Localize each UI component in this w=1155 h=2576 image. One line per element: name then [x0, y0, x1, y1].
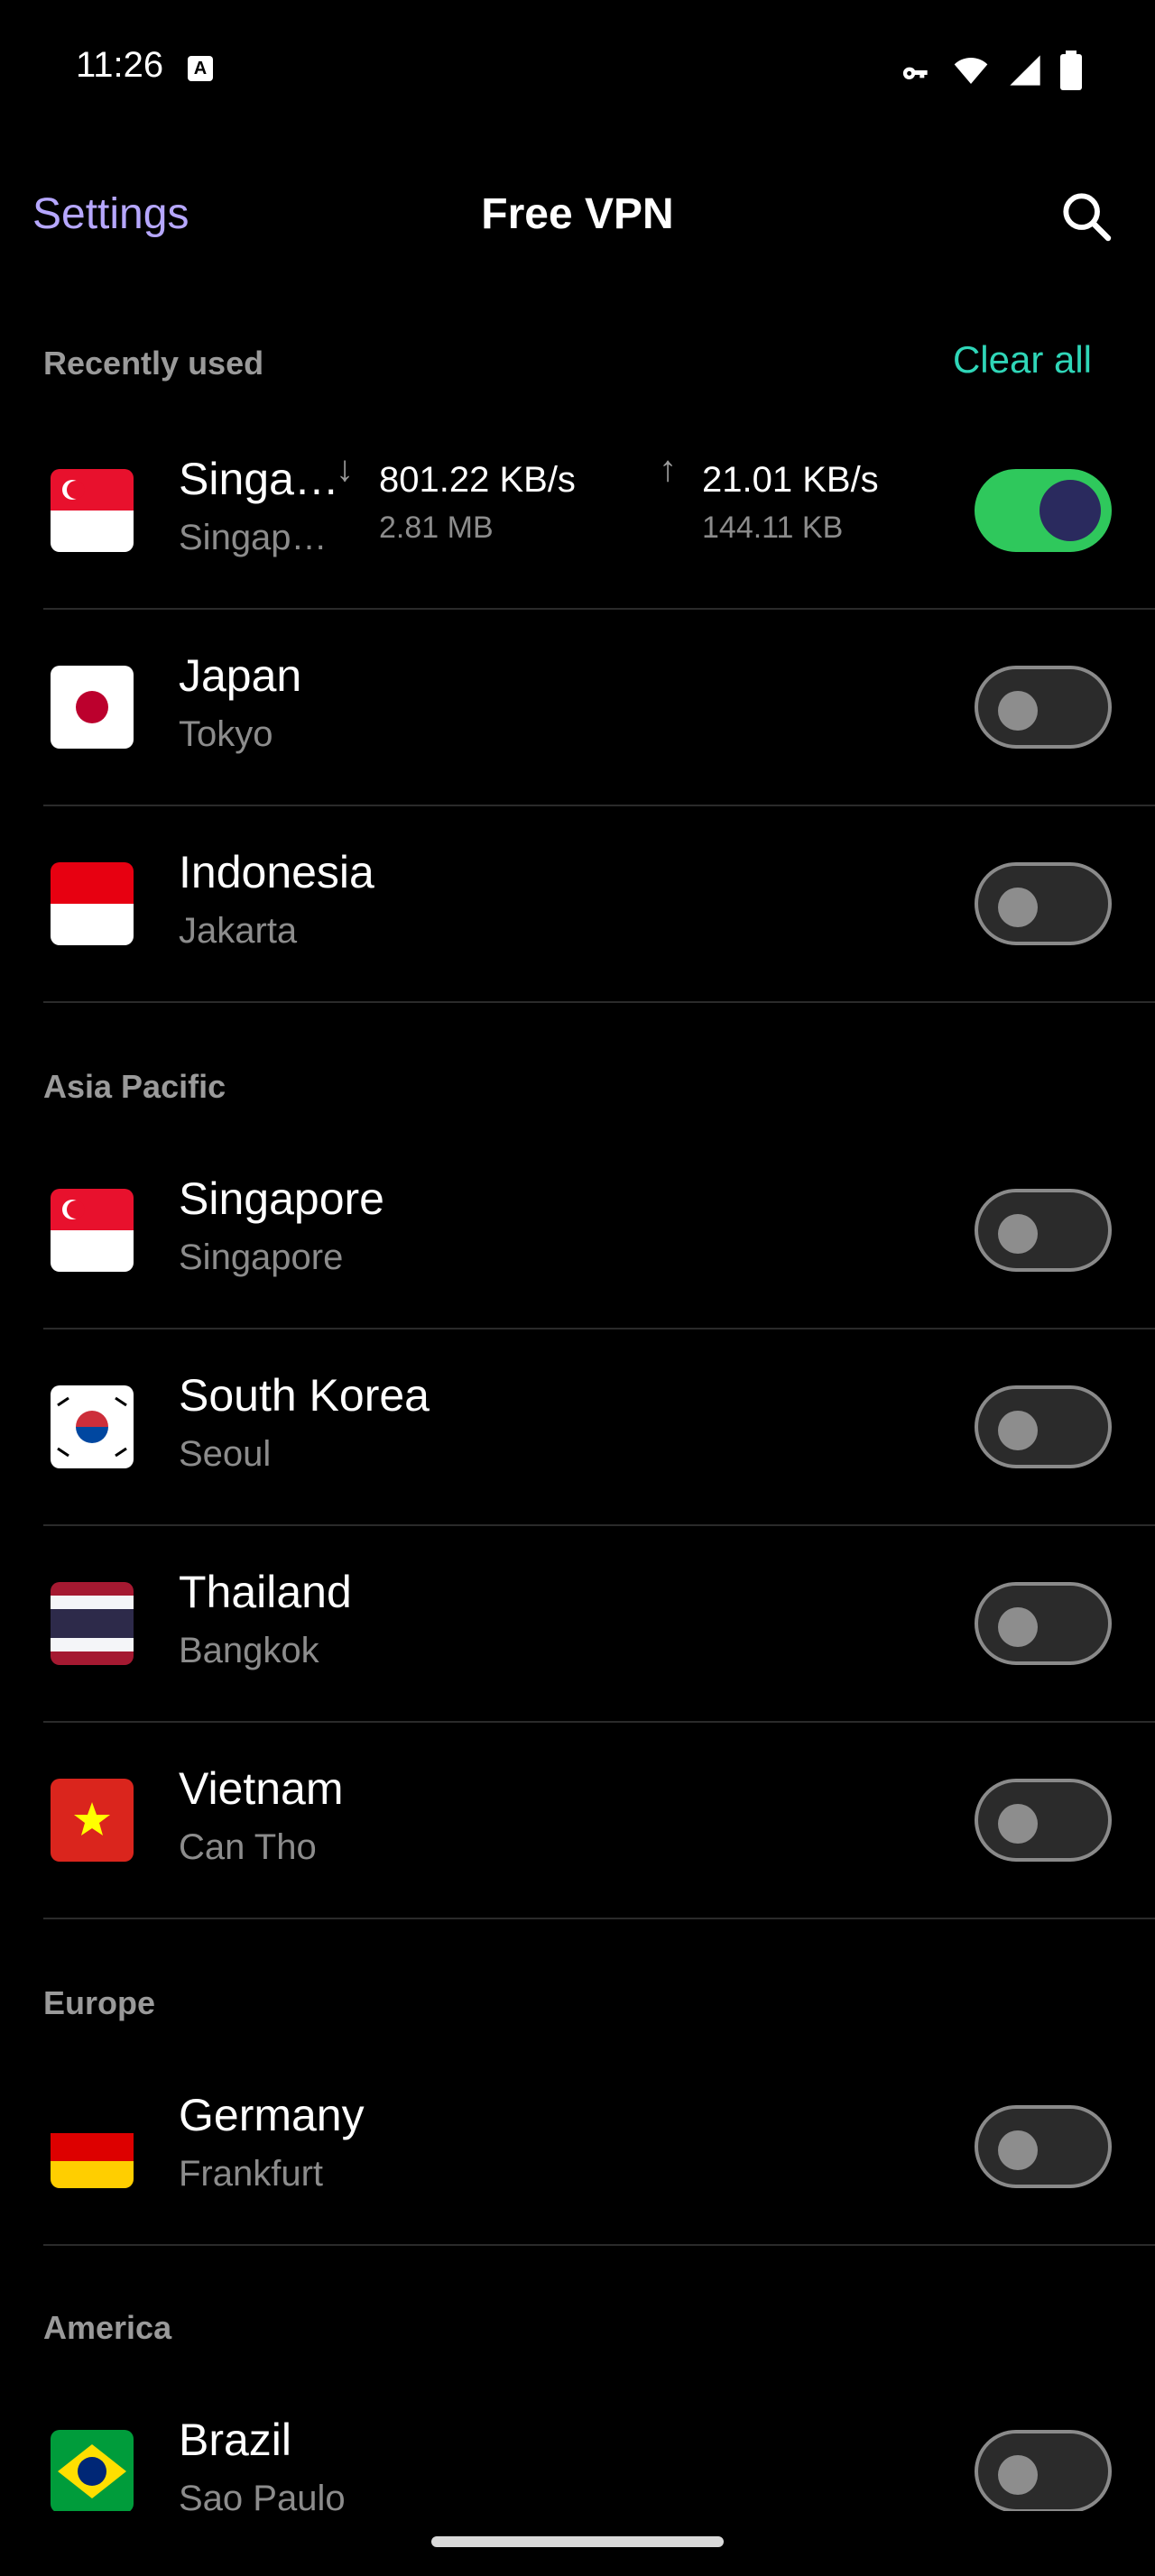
connect-toggle[interactable] [975, 1779, 1112, 1862]
flag-vietnam-icon [51, 1779, 134, 1862]
connect-toggle[interactable] [975, 1582, 1112, 1665]
upload-total: 144.11 KB [702, 511, 844, 545]
server-city: Singap… [179, 518, 328, 557]
flag-thailand-icon [51, 1582, 134, 1665]
divider [43, 2244, 1155, 2246]
home-indicator[interactable] [431, 2536, 724, 2547]
battery-icon [1060, 51, 1082, 90]
status-bar: 11:26 A [0, 0, 1155, 135]
server-row-brazil[interactable]: Brazil Sao Paulo [0, 2374, 1155, 2511]
server-city: Seoul [179, 1434, 272, 1474]
flag-singapore-icon [51, 1189, 134, 1272]
server-country: Thailand [179, 1567, 352, 1617]
flag-singapore-icon [51, 469, 134, 552]
download-rate: 801.22 KB/s [379, 460, 576, 500]
vpn-key-icon [902, 67, 928, 79]
flag-indonesia-icon [51, 862, 134, 945]
divider [43, 1918, 1155, 1919]
server-country: Indonesia [179, 847, 374, 897]
server-row-singapore[interactable]: Singapore Singapore [0, 1133, 1155, 1329]
server-city: Frankfurt [179, 2154, 324, 2194]
server-row-germany[interactable]: Germany Frankfurt [0, 2049, 1155, 2246]
connect-toggle[interactable] [975, 2430, 1112, 2511]
download-total: 2.81 MB [379, 511, 494, 545]
section-header-asia-pacific: Asia Pacific [43, 1068, 226, 1105]
server-country: Singa… [179, 454, 339, 504]
connect-toggle[interactable] [975, 469, 1112, 552]
connect-toggle[interactable] [975, 1189, 1112, 1272]
server-row-singapore-recent[interactable]: Singa… Singap… ↓ 801.22 KB/s 2.81 MB ↑ 2… [0, 413, 1155, 610]
divider [43, 1001, 1155, 1003]
section-header-america: America [43, 2309, 172, 2346]
status-time: 11:26 [76, 45, 164, 85]
server-city: Sao Paulo [179, 2479, 346, 2511]
accessibility-icon: A [188, 56, 213, 81]
server-country: Germany [179, 2090, 365, 2140]
status-icons [899, 51, 1083, 90]
server-row-vietnam[interactable]: Vietnam Can Tho [0, 1723, 1155, 1919]
server-city: Jakarta [179, 911, 298, 951]
server-row-japan[interactable]: Japan Tokyo [0, 610, 1155, 806]
server-city: Bangkok [179, 1631, 319, 1670]
server-country: Vietnam [179, 1763, 344, 1814]
server-city: Can Tho [179, 1827, 317, 1867]
flag-germany-icon [51, 2105, 134, 2188]
server-country: Japan [179, 650, 302, 701]
server-row-indonesia[interactable]: Indonesia Jakarta [0, 806, 1155, 1003]
wifi-icon [954, 58, 988, 84]
connect-toggle[interactable] [975, 666, 1112, 749]
connect-toggle[interactable] [975, 2105, 1112, 2188]
page-title: Free VPN [481, 190, 674, 238]
clear-all-button[interactable]: Clear all [953, 338, 1092, 382]
section-header-europe: Europe [43, 1984, 156, 2021]
flag-south-korea-icon [51, 1385, 134, 1468]
section-header-recent: Recently used [43, 345, 264, 382]
server-row-south-korea[interactable]: South Korea Seoul [0, 1329, 1155, 1526]
server-city: Singapore [179, 1237, 344, 1277]
flag-brazil-icon [51, 2430, 134, 2511]
server-row-thailand[interactable]: Thailand Bangkok [0, 1526, 1155, 1723]
app-bar: Settings Free VPN [0, 162, 1155, 271]
signal-icon [1010, 55, 1040, 86]
search-icon[interactable] [1058, 188, 1115, 245]
server-city: Tokyo [179, 714, 273, 754]
connect-toggle[interactable] [975, 1385, 1112, 1468]
upload-rate: 21.01 KB/s [702, 460, 879, 500]
download-arrow-icon: ↓ [336, 449, 354, 489]
server-country: Singapore [179, 1173, 384, 1224]
connect-toggle[interactable] [975, 862, 1112, 945]
upload-arrow-icon: ↑ [659, 449, 677, 489]
server-country: Brazil [179, 2415, 292, 2465]
flag-japan-icon [51, 666, 134, 749]
server-country: South Korea [179, 1370, 430, 1421]
